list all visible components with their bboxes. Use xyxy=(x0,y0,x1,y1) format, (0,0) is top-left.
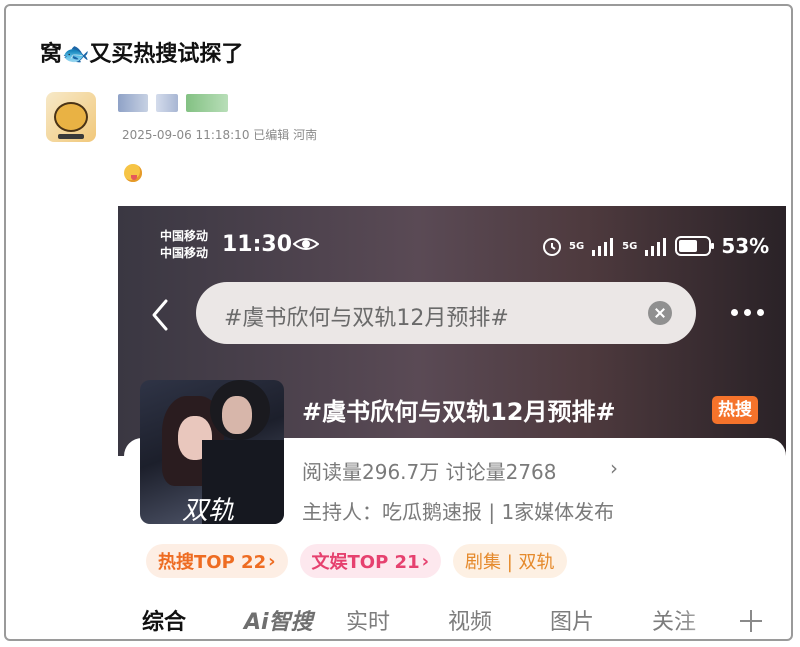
tab-all[interactable]: 综合 xyxy=(142,604,244,636)
dot xyxy=(731,309,738,316)
plus-icon[interactable] xyxy=(740,610,762,632)
blur-block xyxy=(186,94,228,112)
blur-block xyxy=(156,94,178,112)
tag-drama[interactable]: 剧集 | 双轨 xyxy=(453,544,567,578)
avatar[interactable] xyxy=(46,92,96,142)
tag-label: 剧集 | 双轨 xyxy=(465,552,555,573)
embedded-screenshot[interactable]: 中国移动 中国移动 11:30 5G 5G 53% #虞书欣何与双轨12月预排#… xyxy=(118,206,786,639)
battery-icon xyxy=(675,236,715,256)
avatar-face xyxy=(54,102,88,132)
back-arrow-icon[interactable] xyxy=(150,298,170,332)
status-time: 11:30 xyxy=(222,232,293,257)
search-query: #虞书欣何与双轨12月预排# xyxy=(224,306,509,331)
search-input[interactable]: #虞书欣何与双轨12月预排# xyxy=(196,282,696,344)
carrier-2: 中国移动 xyxy=(160,246,209,260)
chevron-right-icon: › xyxy=(268,550,276,572)
post-title-text: 窝🐟又买热搜试探了 xyxy=(40,42,244,67)
tag-ent-rank[interactable]: 文娱TOP 21 › xyxy=(299,544,442,578)
more-icon[interactable] xyxy=(731,309,764,316)
tab-bar: 综合 Ai智搜 实时 视频 图片 关注 xyxy=(142,604,754,636)
topic-tags: 热搜TOP 22 › 文娱TOP 21 › 剧集 | 双轨 xyxy=(146,544,567,578)
tag-hot-rank[interactable]: 热搜TOP 22 › xyxy=(146,544,288,578)
battery-percent: 53% xyxy=(721,234,770,258)
poster-title: 双轨 xyxy=(182,496,235,524)
status-bar: 中国移动 中国移动 11:30 5G 5G 53% xyxy=(118,206,786,286)
chevron-right-icon[interactable]: › xyxy=(610,456,618,480)
carrier-labels: 中国移动 中国移动 xyxy=(160,228,208,262)
signal-icon xyxy=(592,238,614,256)
weibo-post-frame: 窝🐟又买热搜试探了 2025-09-06 11:18:10 已编辑 河南 中国移… xyxy=(4,4,793,641)
tag-label: 热搜TOP 22 xyxy=(158,552,267,573)
topic-host: 主持人：吃瓜鹅速报 | 1家媒体发布 xyxy=(302,500,615,524)
network-label-2: 5G xyxy=(622,240,638,252)
tag-label: 文娱TOP 21 xyxy=(311,552,420,573)
dot xyxy=(744,309,751,316)
blur-block xyxy=(118,94,148,112)
tab-fade xyxy=(678,601,738,639)
username-blurred[interactable] xyxy=(118,94,228,112)
eye-icon xyxy=(293,238,319,250)
network-label-1: 5G xyxy=(569,240,585,252)
tab-images[interactable]: 图片 xyxy=(550,604,652,636)
dot xyxy=(757,309,764,316)
signal-icon xyxy=(645,238,667,256)
status-right: 5G 5G 53% xyxy=(541,234,769,258)
carrier-1: 中国移动 xyxy=(160,229,209,243)
tongue-emoji-icon xyxy=(124,164,142,182)
tab-video[interactable]: 视频 xyxy=(448,604,550,636)
clear-icon[interactable] xyxy=(648,301,672,325)
topic-stats: 阅读量296.7万 讨论量2768 xyxy=(302,460,557,484)
chevron-right-icon: › xyxy=(421,550,430,572)
alarm-icon xyxy=(543,238,561,256)
tab-realtime[interactable]: 实时 xyxy=(346,604,448,636)
poster-face xyxy=(222,396,252,434)
tab-ai-search[interactable]: Ai智搜 xyxy=(244,604,346,636)
post-title: 窝🐟又买热搜试探了 xyxy=(40,36,243,68)
avatar-caption xyxy=(58,134,84,139)
topic-title: #虞书欣何与双轨12月预排# xyxy=(302,398,616,426)
post-meta: 2025-09-06 11:18:10 已编辑 河南 xyxy=(122,128,318,142)
hot-badge: 热搜 xyxy=(712,396,758,424)
poster-image[interactable]: 双轨 xyxy=(140,380,284,524)
